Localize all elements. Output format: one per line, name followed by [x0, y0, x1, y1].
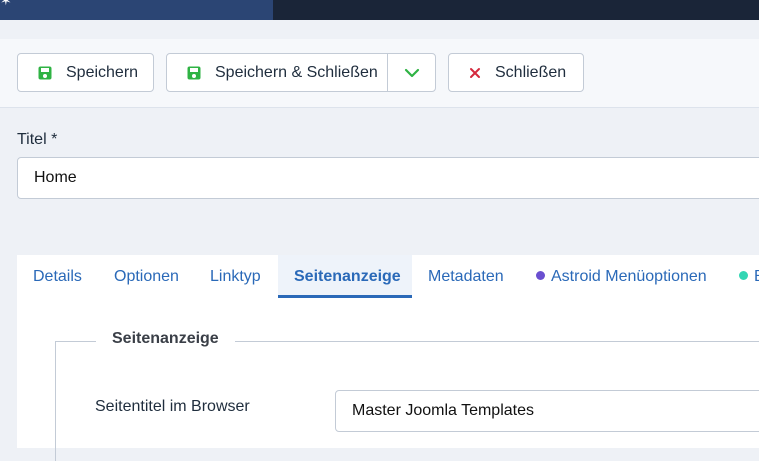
close-button[interactable]: Schließen — [448, 53, 584, 92]
save-button[interactable]: Speichern — [17, 53, 154, 92]
save-icon — [187, 66, 201, 80]
title-label: Titel * — [17, 131, 58, 148]
fieldset-legend: Seitenanzeige — [96, 330, 235, 348]
save-dropdown-toggle[interactable] — [387, 54, 436, 91]
tab-label: B — [754, 268, 759, 285]
tab-label: Metadaten — [428, 268, 504, 285]
toolbar: Speichern Speichern & Schließen Schließe… — [0, 39, 759, 108]
tab-linktype[interactable]: Linktyp — [210, 255, 261, 298]
admin-header: ✶ — [0, 0, 759, 20]
browser-title-label: Seitentitel im Browser — [95, 398, 250, 415]
tab-label: Details — [33, 268, 82, 285]
tab-label: Seitenanzeige — [294, 268, 401, 285]
chevron-down-icon — [404, 68, 420, 77]
tab-metadata[interactable]: Metadaten — [428, 255, 504, 298]
save-icon — [38, 66, 52, 80]
joomla-logo-icon: ✶ — [0, 0, 12, 8]
close-label: Schließen — [495, 63, 567, 81]
brand-area[interactable]: ✶ — [0, 0, 273, 20]
tab-more[interactable]: B — [739, 255, 759, 298]
dot-icon — [739, 271, 748, 281]
save-close-button[interactable]: Speichern & Schließen — [166, 53, 436, 92]
browser-title-input[interactable] — [335, 390, 759, 432]
close-icon — [469, 67, 481, 79]
tab-label: Linktyp — [210, 268, 261, 285]
tab-bar: Details Optionen Linktyp Seitenanzeige M… — [17, 255, 759, 299]
dot-icon — [536, 271, 545, 281]
save-close-label: Speichern & Schließen — [215, 63, 378, 81]
tab-label: Optionen — [114, 268, 179, 285]
title-input[interactable] — [17, 157, 759, 199]
tab-details[interactable]: Details — [33, 255, 82, 298]
tab-options[interactable]: Optionen — [114, 255, 179, 298]
tab-label: Astroid Menüoptionen — [551, 268, 707, 285]
tab-panel: Seitenanzeige Seitentitel im Browser — [17, 298, 759, 461]
save-label: Speichern — [66, 63, 139, 81]
tab-astroid-menu-options[interactable]: Astroid Menüoptionen — [536, 255, 707, 298]
tab-page-display[interactable]: Seitenanzeige — [278, 255, 412, 298]
